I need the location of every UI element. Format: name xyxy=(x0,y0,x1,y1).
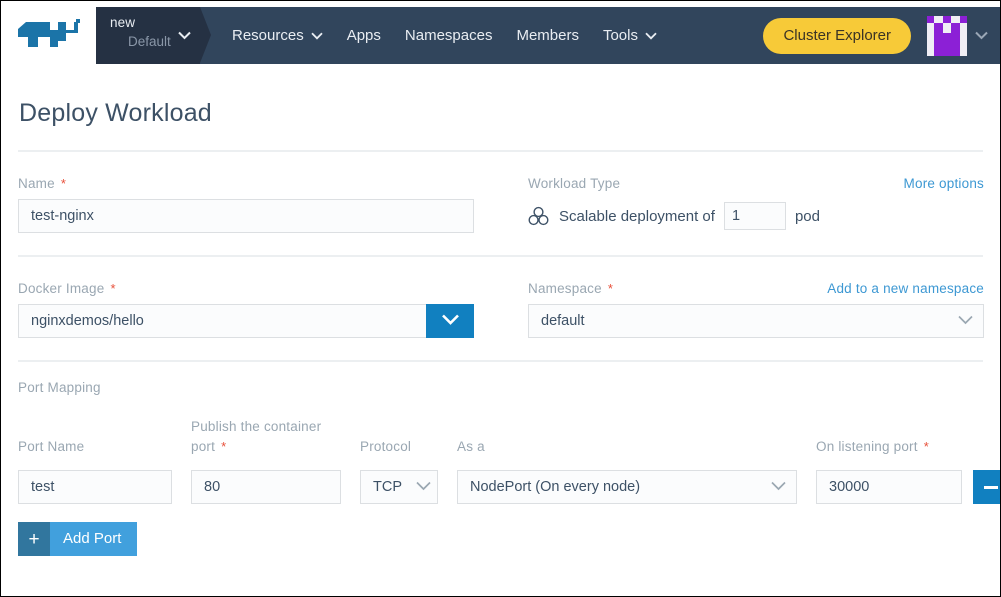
listening-port-header: On listening port * xyxy=(816,437,983,464)
nav-item-label: Tools xyxy=(603,7,638,64)
rancher-logo-icon xyxy=(16,17,82,53)
chevron-down-icon xyxy=(178,27,191,45)
docker-image-label-text: Docker Image xyxy=(18,281,104,296)
nav-items: Resources Apps Namespaces Members Tools xyxy=(212,7,669,64)
user-menu[interactable] xyxy=(927,7,988,64)
required-asterisk: * xyxy=(110,281,115,296)
workload-type-label-text: Workload Type xyxy=(528,176,620,191)
user-avatar xyxy=(927,16,967,56)
nav-item-label: Namespaces xyxy=(405,7,493,64)
page-content: Deploy Workload Name * Workload Type Mor… xyxy=(1,99,1000,556)
nav-item-apps[interactable]: Apps xyxy=(335,7,393,64)
add-namespace-link[interactable]: Add to a new namespace xyxy=(827,281,984,296)
port-mapping-label: Port Mapping xyxy=(18,380,983,395)
nav-item-members[interactable]: Members xyxy=(504,7,591,64)
add-port-label: Add Port xyxy=(50,522,137,556)
namespace-select[interactable]: default xyxy=(528,304,984,338)
workload-text-after: pod xyxy=(795,208,820,225)
listening-port-input[interactable] xyxy=(816,470,962,504)
chevron-down-icon xyxy=(645,32,657,40)
docker-image-input-group xyxy=(18,304,474,338)
publish-port-header-text: Publish the container port xyxy=(191,419,321,454)
nav-item-label: Resources xyxy=(232,7,304,64)
workload-text-before: Scalable deployment of xyxy=(559,208,715,225)
scalable-deployment-icon xyxy=(528,206,549,226)
namespace-label-text: Namespace xyxy=(528,281,602,296)
port-mapping-header-row: Port Name Publish the container port* Pr… xyxy=(18,417,983,464)
add-port-button[interactable]: + Add Port xyxy=(18,522,137,556)
name-label: Name * xyxy=(18,176,474,191)
namespace-group: Namespace * Add to a new namespace defau… xyxy=(528,281,984,338)
chevron-down-icon xyxy=(441,312,460,330)
row-image-namespace: Docker Image * Namespace * A xyxy=(18,281,983,338)
plus-icon: + xyxy=(18,522,50,556)
required-asterisk: * xyxy=(61,176,66,191)
port-mapping-section: Port Mapping Port Name Publish the conta… xyxy=(18,380,983,556)
port-mapping-row: TCP NodePort (On every node) xyxy=(18,470,983,504)
navbar-spacer xyxy=(669,7,763,64)
rancher-logo[interactable] xyxy=(1,1,96,69)
app-header: new Default Resources Apps N xyxy=(1,1,1000,69)
required-asterisk: * xyxy=(608,281,613,296)
pod-count-input[interactable] xyxy=(724,202,786,230)
docker-image-label: Docker Image * xyxy=(18,281,474,296)
divider xyxy=(18,360,983,362)
protocol-header: Protocol xyxy=(360,437,438,464)
publish-port-header: Publish the container port* xyxy=(191,417,341,464)
workload-type-group: Workload Type More options Scalable depl… xyxy=(528,176,984,233)
port-name-input[interactable] xyxy=(18,470,172,504)
main-navbar: new Default Resources Apps N xyxy=(96,7,1000,64)
cluster-picker[interactable]: new Default xyxy=(96,7,200,64)
nav-item-namespaces[interactable]: Namespaces xyxy=(393,7,505,64)
nav-item-label: Apps xyxy=(347,7,381,64)
as-a-header: As a xyxy=(457,437,797,464)
more-options-link[interactable]: More options xyxy=(904,176,984,191)
protocol-select[interactable]: TCP xyxy=(360,470,438,504)
minus-icon xyxy=(984,486,998,489)
row-name-workload: Name * Workload Type More options xyxy=(18,176,983,233)
name-input[interactable] xyxy=(18,199,474,233)
name-label-text: Name xyxy=(18,176,55,191)
docker-image-group: Docker Image * xyxy=(18,281,474,338)
cluster-picker-arrow xyxy=(200,7,212,64)
divider xyxy=(18,150,983,152)
nav-item-tools[interactable]: Tools xyxy=(591,7,669,64)
nav-item-label: Members xyxy=(516,7,579,64)
name-field-group: Name * xyxy=(18,176,474,233)
listening-port-header-text: On listening port xyxy=(816,439,918,454)
as-a-select[interactable]: NodePort (On every node) xyxy=(457,470,797,504)
divider xyxy=(18,255,983,257)
docker-image-input[interactable] xyxy=(18,304,426,338)
namespace-select-wrap: default xyxy=(528,304,984,338)
container-port-input[interactable] xyxy=(191,470,341,504)
protocol-select-wrap: TCP xyxy=(360,470,438,504)
as-a-select-wrap: NodePort (On every node) xyxy=(457,470,797,504)
deploy-workload-page: new Default Resources Apps N xyxy=(0,0,1001,597)
required-asterisk: * xyxy=(221,439,226,454)
chevron-down-icon xyxy=(311,32,323,40)
remove-port-button[interactable] xyxy=(973,470,1001,504)
cluster-explorer-button[interactable]: Cluster Explorer xyxy=(763,18,911,54)
required-asterisk: * xyxy=(924,439,929,454)
workload-type-value: Scalable deployment of pod xyxy=(528,199,984,233)
listening-port-cell xyxy=(816,470,1001,504)
port-name-header: Port Name xyxy=(18,437,172,464)
page-title: Deploy Workload xyxy=(19,99,983,128)
chevron-down-icon xyxy=(975,27,988,45)
nav-item-resources[interactable]: Resources xyxy=(220,7,335,64)
docker-image-dropdown-button[interactable] xyxy=(426,304,474,338)
